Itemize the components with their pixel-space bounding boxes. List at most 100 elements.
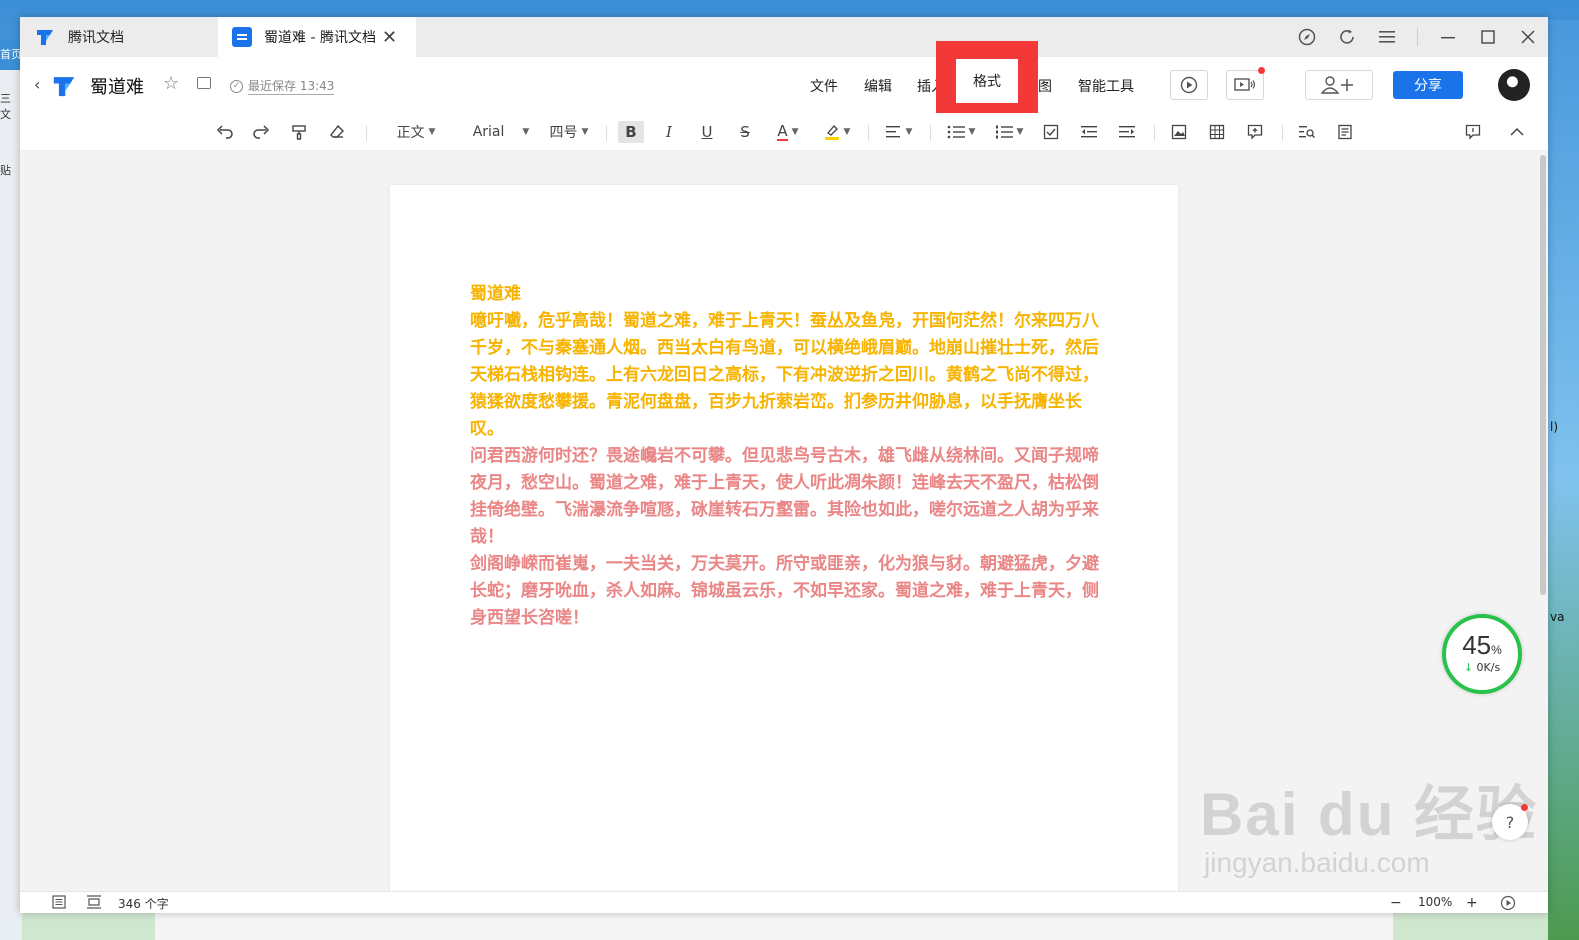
- desktop-label-right-2: va: [1550, 610, 1565, 624]
- page-layout-icon[interactable]: [86, 895, 102, 909]
- save-status[interactable]: ✓ 最近保存 13:43: [230, 77, 335, 95]
- zoom-in-icon[interactable]: +: [1466, 895, 1478, 911]
- format-toolbar: 正文 ▼ Arial ▼ 四号 ▼ B I U S A ▼ ▼ ▼ ▼ ▼: [20, 113, 1548, 151]
- doc-paragraph-1[interactable]: 噫吁嚱，危乎高哉！蜀道之难，难于上青天！蚕丛及鱼凫，开国何茫然！尔来四万八千岁，…: [470, 308, 1100, 443]
- find-replace-icon[interactable]: [1296, 121, 1318, 143]
- doc-heading[interactable]: 蜀道难: [470, 281, 1100, 308]
- menu-icon[interactable]: [1367, 17, 1407, 57]
- bold-button[interactable]: B: [618, 121, 644, 143]
- zoom-out-icon[interactable]: −: [1390, 895, 1402, 911]
- desktop-label-home: 首页: [0, 40, 22, 70]
- align-left-icon: [885, 126, 900, 138]
- outline-toggle-icon[interactable]: [52, 895, 66, 909]
- font-color-button[interactable]: A ▼: [772, 121, 804, 143]
- doc-paragraph-3[interactable]: 剑阁峥嵘而崔嵬，一夫当关，万夫莫开。所守或匪亲，化为狼与豺。朝避猛虎，夕避长蛇；…: [470, 551, 1100, 632]
- desktop-label-text: 三 文: [0, 92, 11, 121]
- status-bar: 346 个字 − 100% +: [20, 891, 1548, 913]
- move-folder-icon[interactable]: [197, 77, 211, 89]
- vertical-scrollbar[interactable]: [1540, 155, 1546, 595]
- screen-share-button[interactable]: [1226, 70, 1264, 100]
- italic-button[interactable]: I: [658, 121, 680, 143]
- share-button[interactable]: 分享: [1393, 71, 1463, 99]
- doc-header: ‹ 蜀道难 ☆ ✓ 最近保存 13:43 文件 编辑 插入 视图 智能工具 分享: [20, 57, 1548, 113]
- caret-down-icon: ▼: [1016, 127, 1024, 137]
- zoom-level[interactable]: 100%: [1418, 895, 1452, 909]
- menu-format[interactable]: 格式: [956, 59, 1018, 103]
- menu-edit[interactable]: 编辑: [864, 76, 892, 96]
- redo-icon[interactable]: [250, 121, 272, 143]
- compass-icon[interactable]: [1287, 17, 1327, 57]
- numbered-list-icon: [995, 125, 1013, 139]
- highlighter-icon: [824, 125, 839, 140]
- background-window: [155, 912, 1393, 940]
- tab-home-label: 腾讯文档: [68, 30, 124, 46]
- desktop-bottom: [22, 912, 1548, 940]
- tab-home[interactable]: 腾讯文档: [20, 17, 218, 57]
- avatar[interactable]: [1498, 69, 1530, 101]
- word-count[interactable]: 346 个字: [118, 895, 169, 912]
- notification-dot: [1258, 67, 1265, 74]
- outdent-icon[interactable]: [1078, 121, 1100, 143]
- tencent-docs-logo-icon[interactable]: [50, 72, 78, 100]
- document-body[interactable]: 蜀道难 噫吁嚱，危乎高哉！蜀道之难，难于上青天！蚕丛及鱼凫，开国何茫然！尔来四万…: [470, 281, 1100, 632]
- paragraph-style-select[interactable]: 正文 ▼: [388, 121, 444, 143]
- doc-paragraph-2[interactable]: 问君西游何时还？畏途巉岩不可攀。但见悲鸟号古木，雄飞雌从绕林间。又闻子规啼夜月，…: [470, 443, 1100, 551]
- insert-comment-icon[interactable]: [1244, 121, 1266, 143]
- check-circle-icon: ✓: [230, 79, 243, 93]
- star-icon[interactable]: ☆: [163, 73, 179, 94]
- play-circle-icon[interactable]: [1500, 895, 1516, 911]
- image-icon[interactable]: [1168, 121, 1190, 143]
- undo-icon[interactable]: [214, 121, 236, 143]
- table-icon[interactable]: [1206, 121, 1228, 143]
- font-family-select[interactable]: Arial ▼: [470, 121, 532, 143]
- desktop-label-right-1: l): [1550, 420, 1559, 434]
- refresh-icon[interactable]: [1327, 17, 1367, 57]
- strikethrough-button[interactable]: S: [734, 121, 756, 143]
- desktop-label-paste: 贴: [0, 164, 11, 177]
- screen-icon: [1234, 78, 1256, 91]
- tab-bar: 腾讯文档 蜀道难 - 腾讯文档 ✕: [20, 17, 1548, 57]
- baidu-watermark: Bai du 经验 jingyan.baidu.com: [1200, 781, 1539, 878]
- tab-document[interactable]: 蜀道难 - 腾讯文档 ✕: [218, 17, 416, 57]
- help-notification-dot: [1521, 804, 1528, 811]
- network-speed-widget[interactable]: 45% ↓ 0K/s: [1442, 614, 1522, 694]
- add-collaborator-button[interactable]: [1305, 70, 1373, 100]
- align-button[interactable]: ▼: [882, 121, 916, 143]
- clear-format-icon[interactable]: [326, 121, 348, 143]
- doc-outline-icon[interactable]: [1334, 121, 1356, 143]
- window-close-icon[interactable]: [1508, 17, 1548, 57]
- maximize-icon[interactable]: [1468, 17, 1508, 57]
- menu-file[interactable]: 文件: [810, 76, 838, 96]
- speed-percent: 45: [1462, 630, 1492, 660]
- caret-down-icon: ▼: [791, 127, 799, 137]
- close-icon[interactable]: ✕: [382, 27, 397, 48]
- tencent-docs-logo-icon: [37, 30, 53, 45]
- tab-document-label: 蜀道难 - 腾讯文档: [264, 30, 376, 46]
- add-user-icon: [1320, 76, 1353, 94]
- window-controls: [1287, 17, 1548, 57]
- collapse-toolbar-icon[interactable]: [1506, 121, 1528, 143]
- speed-percent-sign: %: [1491, 643, 1502, 657]
- back-chevron-icon[interactable]: ‹: [34, 75, 40, 94]
- caret-down-icon: ▼: [428, 127, 436, 137]
- underline-button[interactable]: U: [696, 121, 718, 143]
- indent-icon[interactable]: [1116, 121, 1138, 143]
- download-arrow-icon: ↓: [1463, 661, 1474, 674]
- document-page[interactable]: 蜀道难 噫吁嚱，危乎高哉！蜀道之难，难于上青天！蚕丛及鱼凫，开国何茫然！尔来四万…: [390, 185, 1178, 891]
- bullet-list-button[interactable]: ▼: [944, 121, 978, 143]
- menu-smart-tools[interactable]: 智能工具: [1078, 76, 1134, 96]
- play-presentation-button[interactable]: [1170, 70, 1208, 100]
- caret-down-icon: ▼: [905, 127, 913, 137]
- numbered-list-button[interactable]: ▼: [992, 121, 1026, 143]
- font-size-select[interactable]: 四号 ▼: [546, 121, 592, 143]
- comments-panel-icon[interactable]: [1462, 121, 1484, 143]
- desktop-left-strip: 首页 三 文 贴: [0, 40, 22, 940]
- bullet-list-icon: [947, 125, 965, 139]
- highlight-color-button[interactable]: ▼: [820, 121, 854, 143]
- caret-down-icon: ▼: [968, 127, 976, 137]
- document-title[interactable]: 蜀道难: [90, 73, 144, 99]
- desktop-right-strip: l) va: [1548, 20, 1579, 940]
- minimize-icon[interactable]: [1428, 17, 1468, 57]
- checklist-icon[interactable]: [1040, 121, 1062, 143]
- format-painter-icon[interactable]: [288, 121, 310, 143]
